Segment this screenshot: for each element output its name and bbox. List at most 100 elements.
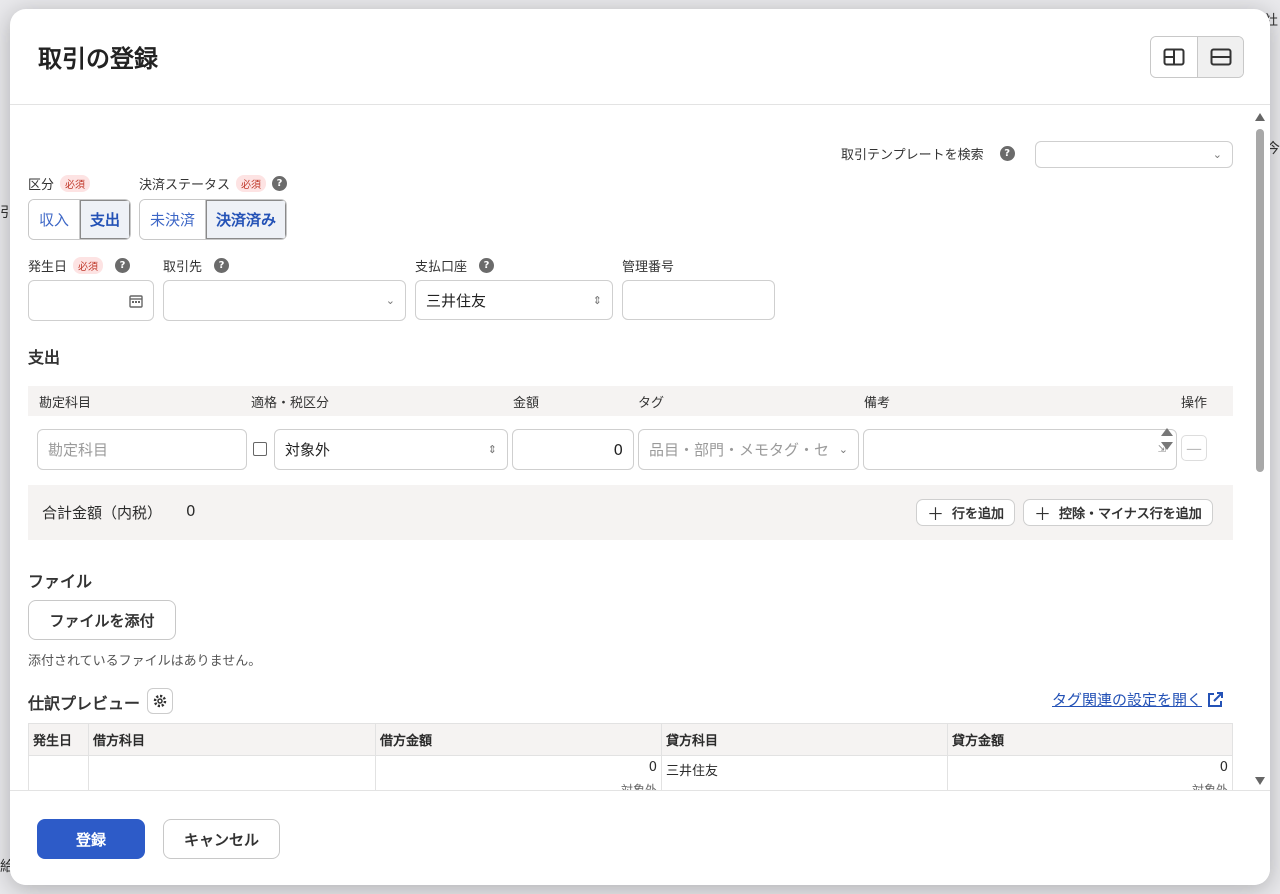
remove-row-button[interactable]: —	[1181, 435, 1207, 461]
add-deduction-row-button[interactable]: ＋ 控除・マイナス行を追加	[1023, 499, 1213, 526]
preview-col-date: 発生日	[28, 723, 89, 756]
kubun-label-row: 区分 必須	[28, 174, 91, 193]
status-toggle: 未決済 決済済み	[139, 199, 288, 240]
add-deduction-row-label: 控除・マイナス行を追加	[1059, 507, 1202, 522]
preview-settings-button[interactable]	[147, 688, 173, 714]
kubun-income-option[interactable]: 収入	[29, 200, 80, 239]
status-unsettled-option[interactable]: 未決済	[140, 200, 206, 239]
view-toggle	[1150, 36, 1244, 78]
help-icon[interactable]: ?	[272, 176, 288, 191]
add-row-button[interactable]: ＋ 行を追加	[916, 499, 1016, 526]
template-search-label-row: 取引テンプレートを検索 ?	[841, 144, 1015, 163]
tag-placeholder: 品目・部門・メモタグ・セ	[649, 441, 830, 459]
line-items-header: 勘定科目 適格・税区分 金額 タグ 備考 操作	[28, 386, 1233, 416]
modal-title: 取引の登録	[38, 45, 158, 73]
preview-credit-account-cell: 三井住友	[661, 755, 948, 790]
col-tax: 適格・税区分	[251, 396, 330, 411]
col-ops: 操作	[1181, 396, 1208, 411]
col-memo: 備考	[864, 396, 891, 411]
tag-settings-link-row: タグ関連の設定を開く	[1052, 689, 1224, 710]
date-label-row: 発生日 必須 ?	[28, 256, 131, 275]
total-value: 0	[186, 502, 196, 520]
help-icon[interactable]: ?	[214, 258, 230, 273]
plus-icon: ＋	[927, 505, 944, 525]
kubun-expense-option[interactable]: 支出	[79, 200, 131, 239]
payment-account-select[interactable]: 三井住友 ⇕	[415, 280, 613, 320]
template-search-label: 取引テンプレートを検索	[841, 148, 984, 163]
memo-textarea[interactable]: ⇲	[863, 429, 1177, 470]
account-label-row: 支払口座 ?	[415, 256, 495, 275]
plus-icon: ＋	[1034, 505, 1051, 525]
help-icon[interactable]: ?	[115, 258, 131, 273]
scroll-up-icon[interactable]	[1255, 113, 1265, 121]
preview-debit-amount-cell: 0 対象外	[375, 755, 662, 790]
help-icon[interactable]: ?	[479, 258, 495, 273]
status-label-row: 決済ステータス 必須 ?	[139, 174, 288, 193]
col-account: 勘定科目	[39, 396, 92, 411]
modal-footer: 登録 キャンセル	[10, 790, 1270, 885]
account-placeholder: 勘定科目	[48, 441, 109, 459]
total-label: 合計金額（内税）	[42, 504, 163, 522]
scroll-down-icon[interactable]	[1255, 777, 1265, 785]
amount-input[interactable]: 0	[512, 429, 634, 470]
preview-col-debit-account: 借方科目	[88, 723, 376, 756]
file-section-title: ファイル	[28, 572, 93, 591]
preview-col-credit-amount: 貸方金額	[947, 723, 1233, 756]
status-settled-option[interactable]: 決済済み	[205, 200, 287, 239]
col-amount: 金額	[513, 396, 540, 411]
transaction-modal: 取引の登録 取引テンプレートを検索 ? ⌄ 区分 必須 収入 支出 決済ステータ…	[10, 9, 1270, 885]
split-layout-icon	[1163, 48, 1185, 66]
minus-icon: —	[1186, 438, 1202, 458]
chevron-down-icon: ⌄	[838, 443, 848, 456]
total-row: 合計金額（内税） 0 ＋ 行を追加 ＋ 控除・マイナス行を追加	[28, 485, 1233, 540]
partner-select[interactable]: ⌄	[163, 280, 406, 321]
submit-button[interactable]: 登録	[37, 819, 145, 859]
partner-label: 取引先	[163, 260, 203, 275]
col-tag: タグ	[638, 396, 665, 411]
payment-account-label: 支払口座	[415, 260, 468, 275]
external-link-icon[interactable]	[1206, 691, 1224, 709]
row-reorder-control[interactable]	[1160, 428, 1174, 450]
move-down-icon[interactable]	[1161, 442, 1173, 450]
mgmt-number-label: 管理番号	[622, 260, 675, 275]
qualified-checkbox[interactable]	[253, 442, 267, 456]
updown-arrows-icon: ⇕	[487, 443, 497, 456]
kubun-toggle: 収入 支出	[28, 199, 132, 240]
scroll-thumb[interactable]	[1256, 129, 1264, 472]
chevron-down-icon: ⌄	[385, 294, 395, 307]
status-label: 決済ステータス	[139, 178, 231, 193]
move-up-icon[interactable]	[1161, 428, 1173, 436]
debit-tax: 対象外	[620, 783, 657, 790]
mgmt-number-input[interactable]	[622, 280, 775, 320]
required-badge: 必須	[236, 175, 267, 192]
modal-scrollbar[interactable]	[1254, 109, 1266, 789]
credit-tax: 対象外	[1191, 783, 1228, 790]
tax-value: 対象外	[285, 441, 331, 459]
preview-header-row: 発生日 借方科目 借方金額 貸方科目 貸方金額	[28, 723, 1233, 756]
add-row-label: 行を追加	[952, 507, 1005, 522]
preview-col-credit-account: 貸方科目	[661, 723, 948, 756]
single-view-button[interactable]	[1197, 37, 1243, 77]
cancel-button[interactable]: キャンセル	[163, 819, 280, 859]
attach-file-button[interactable]: ファイルを添付	[28, 600, 176, 640]
account-input[interactable]: 勘定科目	[37, 429, 247, 470]
tag-select[interactable]: 品目・部門・メモタグ・セ ⌄	[638, 429, 859, 470]
partner-label-row: 取引先 ?	[163, 256, 230, 275]
modal-body: 取引テンプレートを検索 ? ⌄ 区分 必須 収入 支出 決済ステータス 必須 ?…	[10, 106, 1254, 790]
required-badge: 必須	[60, 175, 91, 192]
updown-arrows-icon: ⇕	[592, 293, 602, 307]
expense-section-title: 支出	[28, 348, 61, 367]
tag-settings-link[interactable]: タグ関連の設定を開く	[1052, 689, 1202, 710]
template-search-select[interactable]: ⌄	[1035, 141, 1233, 168]
date-input[interactable]	[28, 280, 154, 321]
debit-amount: 0	[648, 760, 657, 775]
table-row: 0 対象外 三井住友 0 対象外	[28, 755, 1233, 790]
stacked-layout-icon	[1210, 48, 1231, 66]
journal-preview-table: 発生日 借方科目 借方金額 貸方科目 貸方金額 0 対象外 三井住友 0 対象外	[28, 723, 1233, 790]
help-icon[interactable]: ?	[999, 146, 1015, 161]
preview-credit-amount-cell: 0 対象外	[947, 755, 1233, 790]
no-files-message: 添付されているファイルはありません。	[28, 654, 262, 669]
split-view-button[interactable]	[1151, 37, 1197, 77]
calendar-icon[interactable]	[129, 294, 143, 308]
tax-select[interactable]: 対象外 ⇕	[274, 429, 508, 470]
